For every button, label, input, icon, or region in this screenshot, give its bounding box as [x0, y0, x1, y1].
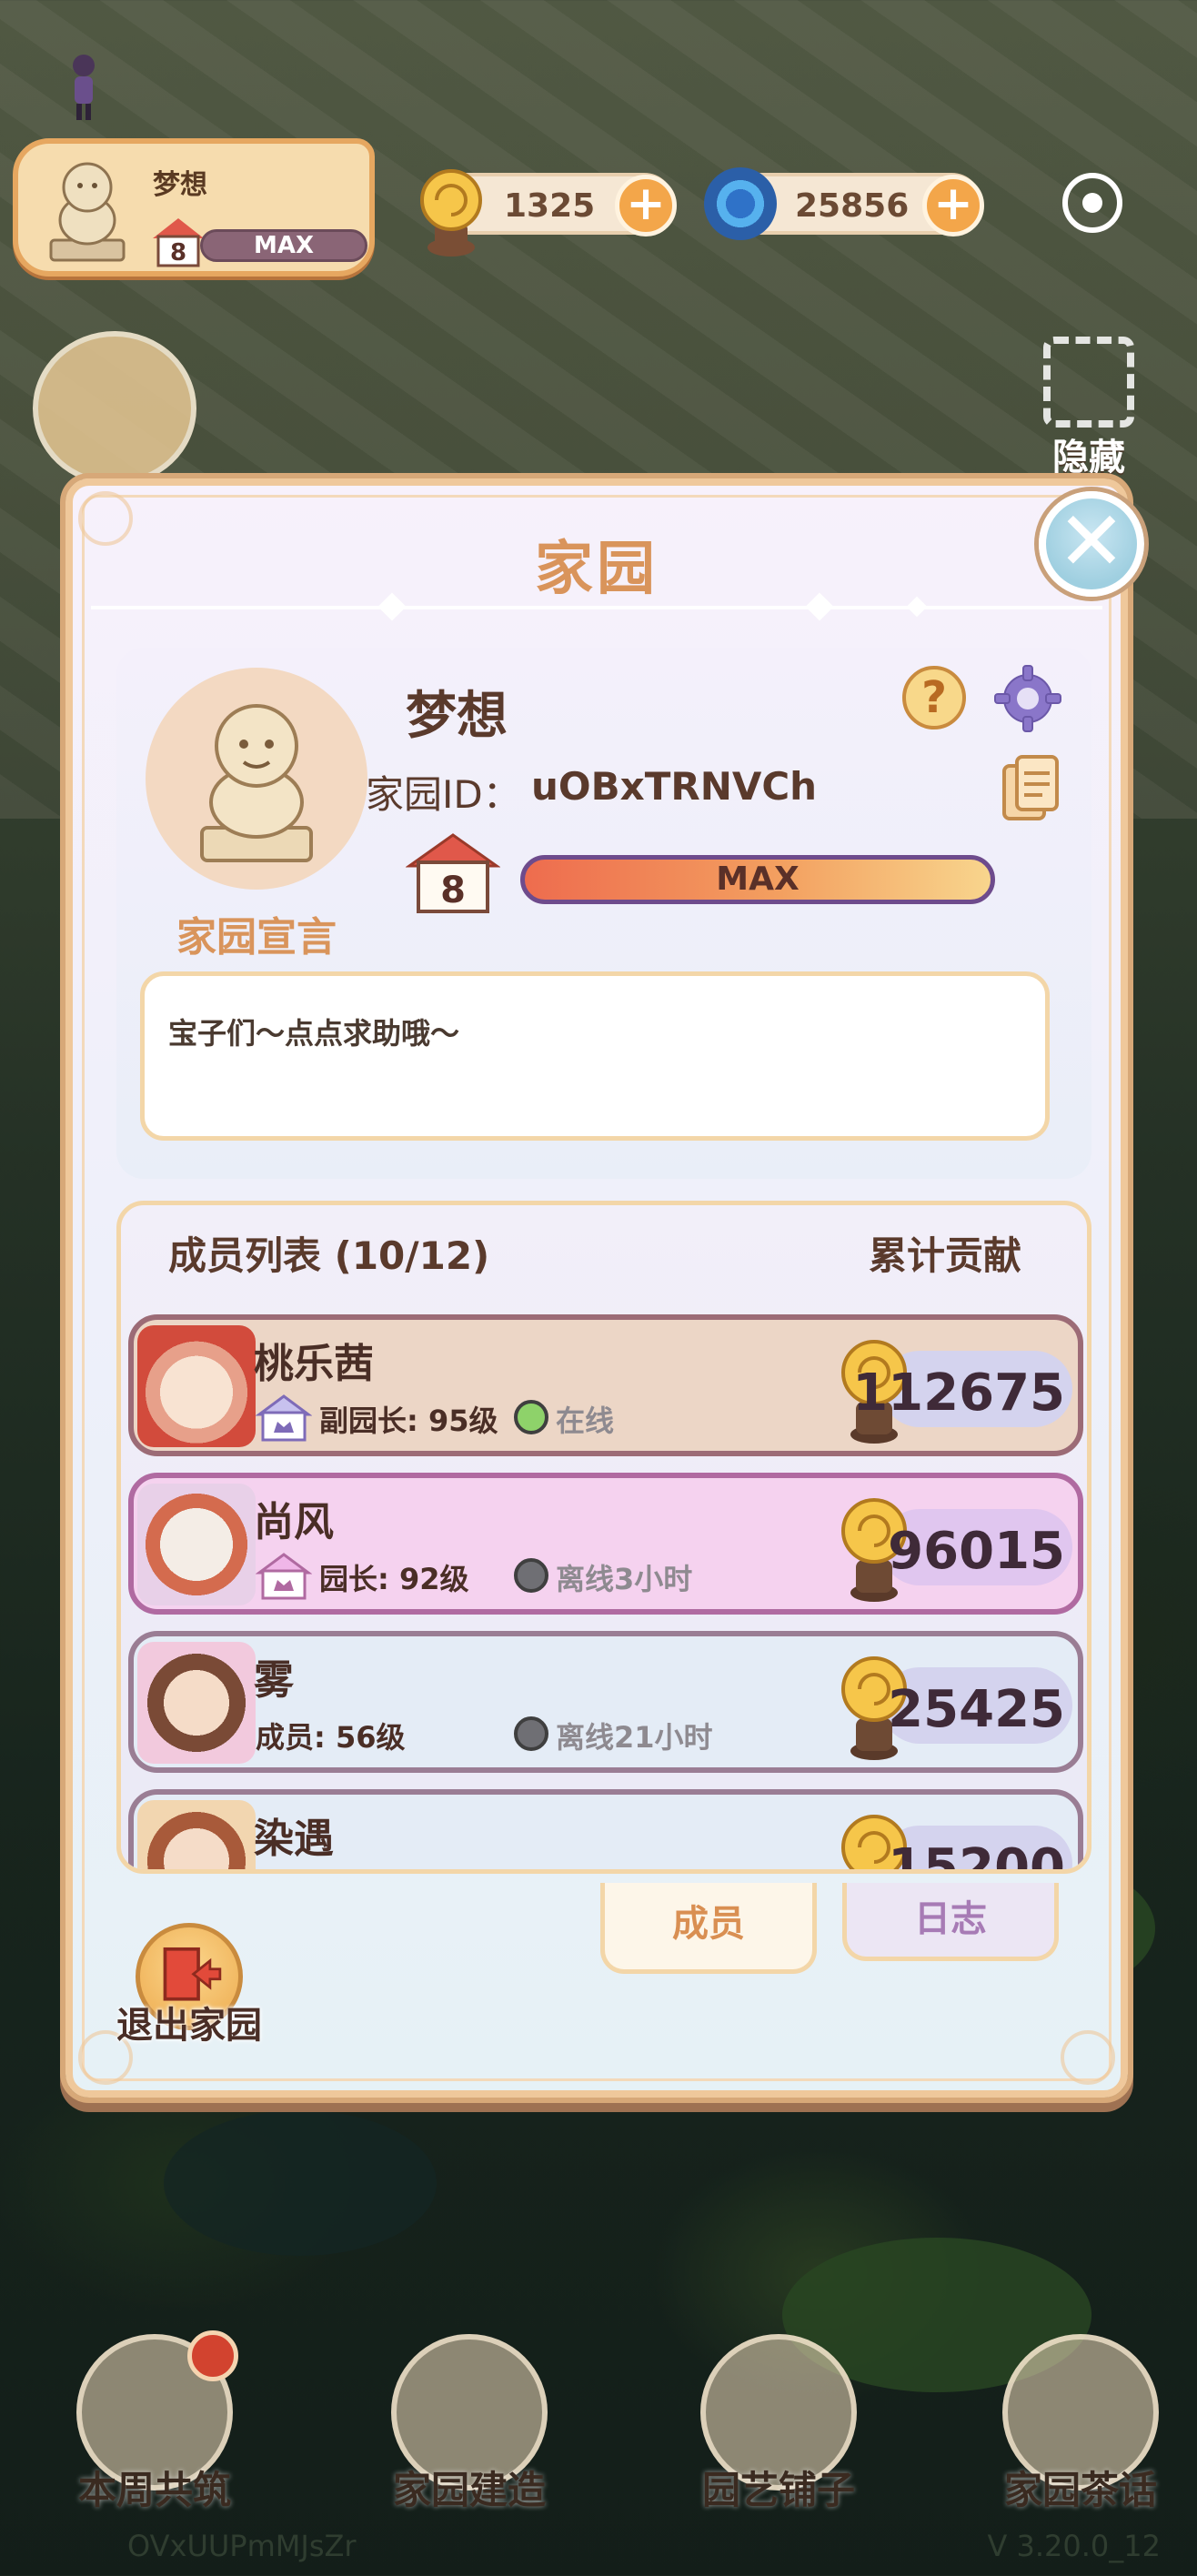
home-avatar[interactable] [146, 668, 367, 890]
member-name: 染遇 [254, 1816, 334, 1862]
member-row[interactable]: 尚风 园长: 92级 离线3小时 96015 [128, 1473, 1083, 1615]
member-status: 在线 [556, 1404, 615, 1438]
nav-label: 本周共筑 [77, 2468, 231, 2512]
nav-home-chat[interactable]: 家园茶话 [981, 2334, 1181, 2534]
version-label: V 3.20.0_12 [987, 2529, 1161, 2563]
member-name: 雾 [254, 1657, 294, 1704]
swirl-icon [704, 167, 777, 240]
swirl-currency-value: 25856 [795, 187, 910, 225]
member-status: 离线21小时 [556, 1720, 713, 1755]
contribution-header: 累计贡献 [868, 1233, 1021, 1278]
profile-name: 梦想 [153, 169, 207, 201]
home-level-icon: 8 [153, 218, 204, 267]
member-role: 成员: 56级 [256, 1720, 406, 1755]
vice-leader-badge-icon [256, 1394, 312, 1442]
stone-lion-avatar-icon [49, 162, 126, 262]
snail-currency: 1325 + [420, 169, 677, 257]
member-list-title: 成员列表 (10/12) [168, 1233, 490, 1278]
close-button[interactable]: ✕ [1039, 491, 1144, 597]
user-code: OVxUUPmMJsZr [127, 2529, 357, 2563]
locate-button[interactable] [1062, 173, 1122, 233]
member-contribution: 15200 [888, 1838, 1065, 1874]
home-id-value: uOBxTRNVCh [531, 764, 818, 809]
nav-label: 家园建造 [392, 2468, 546, 2512]
member-role: 园长: 92级 [319, 1562, 469, 1596]
home-shortcut-button[interactable] [33, 331, 196, 486]
lily-pad [164, 2110, 437, 2256]
member-contribution: 25425 [888, 1680, 1065, 1739]
hide-ui-label: 隐藏 [1052, 437, 1125, 478]
member-contribution: 96015 [888, 1522, 1065, 1581]
golden-snail-icon [420, 169, 482, 257]
home-level-number: 8 [440, 870, 466, 911]
member-name: 尚风 [254, 1499, 334, 1545]
corner-flourish [1061, 2030, 1115, 2085]
home-info-card: 梦想 家园ID： uOBxTRNVCh ? 8 MAX 家园宣言 宝子们～点点求… [116, 648, 1091, 1179]
member-avatar [137, 1800, 256, 1869]
manifesto-label: 家园宣言 [176, 914, 337, 961]
player-character [73, 55, 95, 120]
profile-level-bar: MAX [200, 229, 367, 262]
leader-badge-icon [256, 1553, 312, 1600]
home-id-label: 家园ID： [366, 772, 521, 817]
member-contribution: 112675 [852, 1363, 1065, 1423]
notification-badge [187, 2330, 238, 2381]
exit-home-button[interactable]: 退出家园 [98, 1923, 280, 2059]
help-button[interactable]: ? [902, 666, 966, 730]
add-snail-button[interactable]: + [615, 175, 677, 236]
exit-home-label: 退出家园 [116, 2005, 262, 2047]
nav-label: 园艺铺子 [701, 2468, 855, 2512]
member-avatar [137, 1484, 256, 1605]
profile-card[interactable]: 梦想 8 MAX [13, 138, 375, 277]
profile-level-number: 8 [170, 239, 186, 267]
nav-garden-shop[interactable]: 园艺铺子 [679, 2334, 879, 2534]
member-role: 副园长: 95级 [319, 1404, 498, 1438]
panel-title: 家园 [535, 536, 659, 603]
hide-ui-button[interactable]: 隐藏 [1039, 337, 1139, 478]
member-avatar [137, 1642, 256, 1764]
member-name: 桃乐茜 [254, 1341, 374, 1387]
gear-icon[interactable] [991, 662, 1064, 735]
member-status: 离线3小时 [556, 1562, 693, 1596]
snail-currency-value: 1325 [504, 187, 596, 225]
member-row[interactable]: 桃乐茜 副园长: 95级 在线 112675 [128, 1314, 1083, 1456]
nav-label: 家园茶话 [1003, 2468, 1157, 2512]
title-divider [91, 606, 1102, 609]
stone-lion-icon [200, 704, 313, 862]
home-level-icon: 8 [406, 833, 500, 913]
swirl-currency: 25856 + [704, 167, 984, 240]
copy-icon[interactable] [1001, 753, 1062, 826]
member-row[interactable]: 雾 成员: 56级 离线21小时 25425 [128, 1631, 1083, 1773]
nav-home-build[interactable]: 家园建造 [369, 2334, 569, 2534]
home-panel: 家园 梦想 家园ID： uOBxTRNVCh ? 8 MAX 家园宣言 宝子们～… [65, 478, 1128, 2098]
tab-members[interactable]: 成员 [600, 1883, 817, 1974]
online-status-icon [514, 1400, 548, 1434]
home-level-bar: MAX [520, 855, 995, 904]
tab-log[interactable]: 日志 [842, 1883, 1059, 1961]
offline-status-icon [514, 1716, 548, 1751]
member-avatar [137, 1325, 256, 1447]
offline-status-icon [514, 1558, 548, 1593]
member-list: 成员列表 (10/12) 累计贡献 桃乐茜 副园长: 95级 在线 112675 [116, 1201, 1091, 1874]
manifesto-text[interactable]: 宝子们～点点求助哦～ [140, 971, 1050, 1141]
member-row[interactable]: 染遇 15200 [128, 1789, 1083, 1874]
hide-frame-icon [1043, 337, 1134, 428]
home-name: 梦想 [406, 687, 508, 746]
add-swirl-button[interactable]: + [922, 175, 984, 236]
